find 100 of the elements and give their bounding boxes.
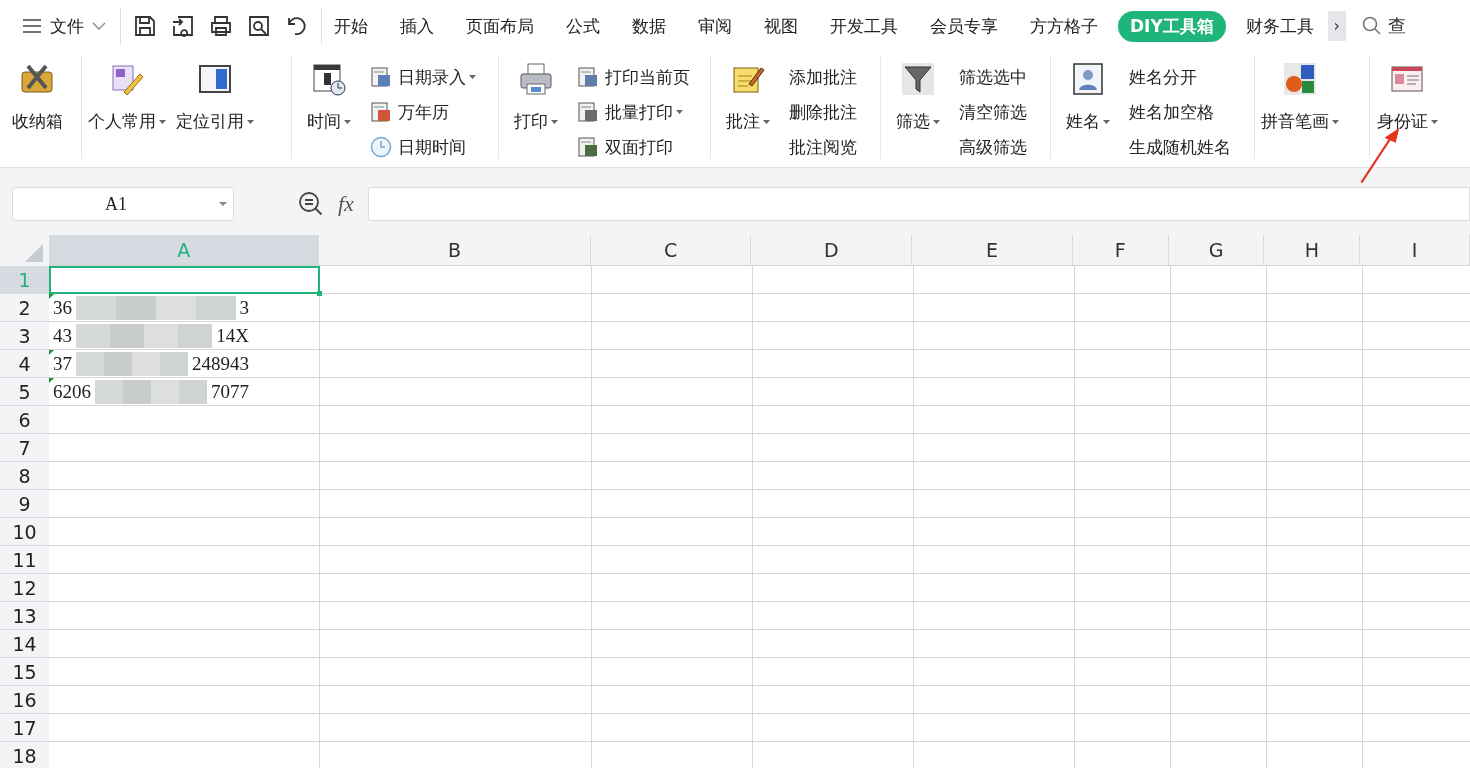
- ribbon-button[interactable]: 定位引用: [175, 56, 254, 159]
- select-all-icon[interactable]: [24, 244, 43, 262]
- grid-cell[interactable]: [1075, 490, 1171, 518]
- grid-cell[interactable]: [49, 714, 320, 742]
- column-header[interactable]: F: [1072, 235, 1169, 266]
- grid-cell[interactable]: [1171, 434, 1267, 462]
- grid-cell[interactable]: [753, 490, 914, 518]
- grid-cell[interactable]: 6206 7077: [49, 378, 320, 406]
- grid-cell[interactable]: [592, 490, 753, 518]
- grid-cell[interactable]: [320, 406, 592, 434]
- formula-field[interactable]: [367, 187, 1470, 221]
- grid-cell[interactable]: [1267, 266, 1363, 294]
- grid-cell[interactable]: [1075, 378, 1171, 406]
- grid-cell[interactable]: [1363, 686, 1470, 714]
- grid-cell[interactable]: [914, 462, 1075, 490]
- grid-cell[interactable]: [1267, 462, 1363, 490]
- ribbon-item[interactable]: 批注阅览: [789, 132, 858, 162]
- grid-cell[interactable]: [592, 574, 753, 602]
- grid-cell[interactable]: [753, 294, 914, 322]
- grid-cell[interactable]: [320, 434, 592, 462]
- grid-cell[interactable]: [753, 630, 914, 658]
- ribbon-item[interactable]: 高级筛选: [958, 132, 1027, 162]
- ribbon-button[interactable]: 打印: [505, 56, 568, 159]
- grid-cell[interactable]: [49, 462, 320, 490]
- grid-cell[interactable]: [320, 350, 592, 378]
- column-header[interactable]: G: [1168, 235, 1265, 266]
- grid-cell[interactable]: [1075, 546, 1171, 574]
- grid-cell[interactable]: [1363, 294, 1470, 322]
- grid-cell[interactable]: [320, 322, 592, 350]
- grid-cell[interactable]: [1363, 602, 1470, 630]
- grid-cell[interactable]: [1171, 686, 1267, 714]
- grid-cell[interactable]: [1075, 294, 1171, 322]
- grid-cell[interactable]: 43 14X: [49, 322, 320, 350]
- grid-cell[interactable]: [1075, 630, 1171, 658]
- grid-cell[interactable]: [592, 546, 753, 574]
- grid-cell[interactable]: [1171, 546, 1267, 574]
- grid-cell[interactable]: [49, 434, 320, 462]
- grid-cell[interactable]: [320, 518, 592, 546]
- grid-cell[interactable]: [1171, 630, 1267, 658]
- grid-cell[interactable]: [1363, 518, 1470, 546]
- ribbon-tab[interactable]: 视图: [752, 10, 810, 42]
- grid-cell[interactable]: [1075, 602, 1171, 630]
- grid-cell[interactable]: [1171, 602, 1267, 630]
- grid-cell[interactable]: [1171, 322, 1267, 350]
- grid-cell[interactable]: [753, 462, 914, 490]
- grid-cell[interactable]: [1075, 742, 1171, 768]
- print-icon[interactable]: [209, 14, 233, 38]
- ribbon-item[interactable]: 双面打印: [577, 132, 691, 162]
- grid-cell[interactable]: [592, 658, 753, 686]
- grid-cell[interactable]: [1075, 518, 1171, 546]
- grid-cell[interactable]: [49, 602, 320, 630]
- ribbon-button[interactable]: 身份证: [1376, 56, 1439, 159]
- grid-cell[interactable]: [914, 322, 1075, 350]
- grid-cell[interactable]: [1267, 714, 1363, 742]
- ribbon-button[interactable]: 姓名: [1056, 56, 1119, 159]
- grid-cell[interactable]: [1171, 742, 1267, 768]
- grid-cell[interactable]: [753, 602, 914, 630]
- grid-cell[interactable]: [1363, 546, 1470, 574]
- grid-cell[interactable]: [1075, 574, 1171, 602]
- grid-cell[interactable]: [1363, 714, 1470, 742]
- ribbon-item[interactable]: 生成随机姓名: [1128, 132, 1231, 162]
- grid-cell[interactable]: [592, 742, 753, 768]
- grid-cell[interactable]: [592, 294, 753, 322]
- ribbon-button[interactable]: 时间: [297, 56, 360, 159]
- grid-cell[interactable]: [914, 406, 1075, 434]
- grid-cell[interactable]: [914, 686, 1075, 714]
- ribbon-button[interactable]: 收纳箱: [6, 56, 68, 159]
- grid-cell[interactable]: [1267, 658, 1363, 686]
- grid-cell[interactable]: [592, 406, 753, 434]
- grid-cell[interactable]: [1075, 686, 1171, 714]
- ribbon-tab[interactable]: 方方格子: [1018, 10, 1110, 42]
- ribbon-tab[interactable]: 数据: [620, 10, 678, 42]
- grid-cell[interactable]: [753, 378, 914, 406]
- grid-cell[interactable]: [1075, 658, 1171, 686]
- grid-cell[interactable]: [1075, 434, 1171, 462]
- grid-cell[interactable]: [592, 378, 753, 406]
- grid-cell[interactable]: [1075, 714, 1171, 742]
- grid-cell[interactable]: [320, 686, 592, 714]
- grid-cell[interactable]: [1363, 322, 1470, 350]
- grid-cell[interactable]: [1171, 462, 1267, 490]
- grid-cell[interactable]: [1267, 630, 1363, 658]
- grid-cell[interactable]: [320, 574, 592, 602]
- grid-cell[interactable]: [914, 546, 1075, 574]
- ribbon-item[interactable]: 日期录入: [369, 62, 476, 92]
- grid-cell[interactable]: [1363, 350, 1470, 378]
- ribbon-item[interactable]: 姓名加空格: [1128, 97, 1231, 127]
- grid-cell[interactable]: [1171, 378, 1267, 406]
- grid-cell[interactable]: [1171, 574, 1267, 602]
- grid-cell[interactable]: [49, 658, 320, 686]
- grid-cell[interactable]: [49, 546, 320, 574]
- grid-cell[interactable]: [753, 714, 914, 742]
- grid-cell[interactable]: 36 3: [49, 294, 320, 322]
- grid-cell[interactable]: [592, 462, 753, 490]
- grid-cell[interactable]: [1267, 546, 1363, 574]
- grid-cell[interactable]: [320, 490, 592, 518]
- ribbon-button[interactable]: 批注: [717, 56, 780, 159]
- grid-cell[interactable]: [49, 406, 320, 434]
- grid-cell[interactable]: [1267, 350, 1363, 378]
- grid-cell[interactable]: [1075, 350, 1171, 378]
- grid-cell[interactable]: [1171, 266, 1267, 294]
